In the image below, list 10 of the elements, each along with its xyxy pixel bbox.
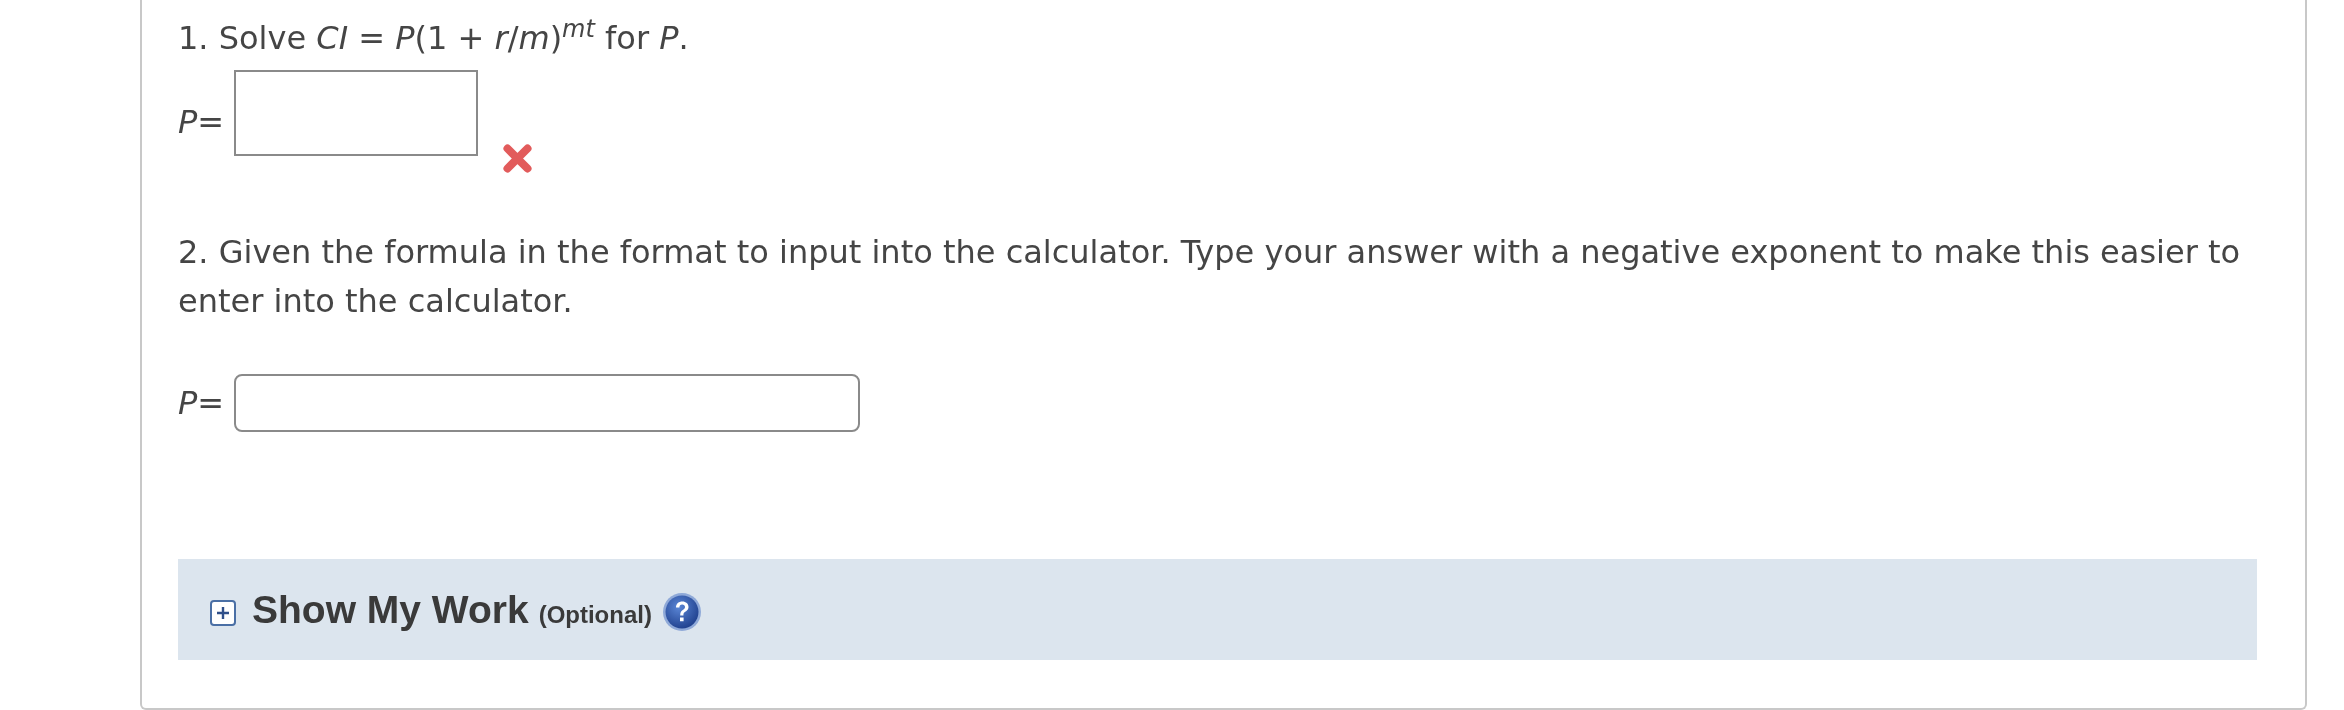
answer-label: P= <box>178 102 225 143</box>
input-field[interactable] <box>234 374 861 432</box>
question-text: 2. Given the formula in the format to input into the calculator. Type your answer with a negative exponent to make this easier to enter into the calculator. <box>178 232 2242 322</box>
optional-note: (Optional) <box>538 599 652 630</box>
question-text: 1. Solve CI = P(1 + r/m)$^{mt}$ for P. <box>178 14 690 59</box>
show-my-work-title[interactable]: Show My Work <box>252 585 529 634</box>
help-icon[interactable] <box>661 591 702 632</box>
answer-box[interactable] <box>234 70 479 156</box>
answer-label: P= <box>178 383 225 424</box>
expand-icon[interactable] <box>210 599 236 626</box>
